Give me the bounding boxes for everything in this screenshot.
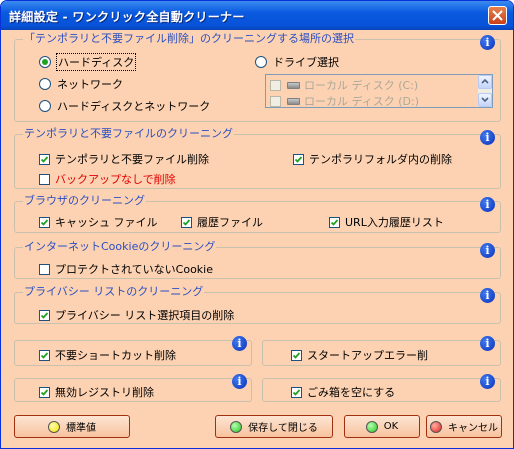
- radio-drive-select[interactable]: ドライブ選択: [255, 54, 339, 70]
- shortcut-label: 不要ショートカット削除: [55, 349, 176, 362]
- shortcut-group: i 不要ショートカット削除: [14, 336, 252, 366]
- ok-button-label: OK: [383, 421, 399, 432]
- drive-label: ローカル ディスク (D:): [304, 95, 419, 108]
- check-icon: [294, 155, 303, 163]
- radio-hdd-label: ハードディスク: [55, 53, 137, 71]
- info-icon[interactable]: i: [480, 288, 495, 303]
- save-close-button-label: 保存して閉じる: [248, 423, 318, 434]
- registry-label: 無効レジストリ削除: [55, 386, 154, 399]
- cancel-button[interactable]: キャンセル: [426, 415, 502, 438]
- drive-item[interactable]: ローカル ディスク (D:): [270, 93, 419, 109]
- green-led-icon: [365, 420, 378, 433]
- privacy-checkbox[interactable]: プライバシー リスト選択項目の削除: [39, 307, 234, 323]
- cookie-label: プロテクトされていないCookie: [55, 263, 214, 276]
- check-icon: [40, 351, 49, 359]
- info-icon[interactable]: i: [480, 374, 495, 389]
- settings-window: 詳細設定 - ワンクリック全自動クリーナー 「テンポラリと不要ファイル削除」のク…: [0, 0, 514, 449]
- check-icon: [292, 351, 301, 359]
- no-backup-checkbox[interactable]: バックアップなしで削除: [39, 171, 176, 187]
- scroll-down-button[interactable]: [478, 93, 492, 107]
- red-led-icon: [430, 420, 442, 433]
- drive-scrollbar[interactable]: [478, 75, 492, 107]
- info-icon[interactable]: i: [480, 35, 495, 50]
- radio-drive-label: ドライブ選択: [273, 56, 339, 69]
- check-icon: [40, 388, 49, 396]
- check-icon: [330, 218, 339, 226]
- radio-network-label: ネットワーク: [57, 78, 123, 91]
- temp-legend: テンポラリと不要ファイルのクリーニング: [23, 127, 234, 141]
- radio-hdd-network[interactable]: ハードディスクとネットワーク: [39, 98, 210, 114]
- scroll-up-icon: [481, 78, 489, 84]
- info-icon[interactable]: i: [232, 336, 247, 351]
- info-icon[interactable]: i: [232, 374, 247, 389]
- cancel-button-label: キャンセル: [448, 423, 498, 434]
- shortcut-checkbox[interactable]: 不要ショートカット削除: [39, 347, 176, 363]
- privacy-legend: プライバシー リストのクリーニング: [23, 285, 205, 299]
- radio-hdd[interactable]: ハードディスク: [39, 53, 137, 71]
- drive-item[interactable]: ローカル ディスク (C:): [270, 77, 418, 93]
- registry-group: i 無効レジストリ削除: [14, 374, 252, 402]
- trash-group: i ごみ箱を空にする: [262, 374, 501, 402]
- ok-button[interactable]: OK: [344, 415, 420, 438]
- privacy-label: プライバシー リスト選択項目の削除: [55, 309, 235, 322]
- privacy-group: プライバシー リストのクリーニング i プライバシー リスト選択項目の削除: [14, 285, 501, 324]
- trash-checkbox[interactable]: ごみ箱を空にする: [291, 384, 395, 400]
- info-icon[interactable]: i: [480, 336, 495, 351]
- temp-delete-checkbox[interactable]: テンポラリと不要ファイル削除: [39, 151, 209, 167]
- temp-group: テンポラリと不要ファイルのクリーニング i テンポラリと不要ファイル削除 テンポ…: [14, 127, 501, 189]
- cookie-group: インターネットCookieのクリーニング i プロテクトされていないCookie: [14, 240, 501, 279]
- registry-checkbox[interactable]: 無効レジストリ削除: [39, 384, 154, 400]
- close-icon: [492, 10, 503, 21]
- close-button[interactable]: [488, 6, 507, 25]
- check-icon: [182, 218, 191, 226]
- radio-network[interactable]: ネットワーク: [39, 76, 123, 92]
- temp-delete-label: テンポラリと不要ファイル削除: [55, 153, 209, 166]
- startup-checkbox[interactable]: スタートアップエラー削: [291, 347, 428, 363]
- info-icon[interactable]: i: [480, 243, 495, 258]
- title-bar[interactable]: 詳細設定 - ワンクリック全自動クリーナー: [1, 1, 513, 30]
- url-history-label: URL入力履歴リスト: [345, 216, 444, 229]
- info-icon[interactable]: i: [480, 197, 495, 212]
- drive-listbox[interactable]: ローカル ディスク (C:) ローカル ディスク (D:): [265, 74, 493, 108]
- location-legend: 「テンポラリと不要ファイル削除」のクリーニングする場所の選択: [23, 32, 355, 46]
- check-icon: [40, 218, 49, 226]
- window-title: 詳細設定 - ワンクリック全自動クリーナー: [9, 10, 245, 24]
- cache-label: キャッシュ ファイル: [55, 216, 158, 229]
- drive-icon: [287, 97, 300, 105]
- history-label: 履歴ファイル: [197, 216, 263, 229]
- yellow-led-icon: [48, 420, 60, 433]
- radio-hdd-network-label: ハードディスクとネットワーク: [57, 100, 211, 113]
- drive-label: ローカル ディスク (C:): [304, 79, 419, 92]
- startup-label: スタートアップエラー削: [307, 349, 428, 362]
- temp-folder-checkbox[interactable]: テンポラリフォルダ内の削除: [293, 151, 452, 167]
- check-icon: [292, 388, 301, 396]
- dialog-content: 「テンポラリと不要ファイル削除」のクリーニングする場所の選択 i ハードディスク…: [1, 30, 513, 448]
- url-history-checkbox[interactable]: URL入力履歴リスト: [329, 214, 444, 230]
- browser-legend: ブラウザのクリーニング: [23, 194, 146, 208]
- check-icon: [40, 311, 49, 319]
- browser-group: ブラウザのクリーニング i キャッシュ ファイル 履歴ファイル URL入力履歴リ…: [14, 194, 501, 233]
- drive-icon: [287, 81, 300, 89]
- cache-checkbox[interactable]: キャッシュ ファイル: [39, 214, 158, 230]
- no-backup-label: バックアップなしで削除: [55, 173, 176, 186]
- scroll-down-icon: [481, 97, 489, 103]
- trash-label: ごみ箱を空にする: [307, 386, 396, 399]
- default-button-label: 標準値: [66, 423, 96, 434]
- save-close-button[interactable]: 保存して閉じる: [215, 415, 333, 438]
- default-button[interactable]: 標準値: [14, 415, 130, 438]
- startup-group: i スタートアップエラー削: [262, 336, 501, 366]
- scroll-up-button[interactable]: [478, 75, 492, 89]
- info-icon[interactable]: i: [480, 130, 495, 145]
- green-led-icon: [230, 420, 243, 433]
- cookie-checkbox[interactable]: プロテクトされていないCookie: [39, 261, 213, 277]
- history-checkbox[interactable]: 履歴ファイル: [181, 214, 263, 230]
- check-icon: [40, 155, 49, 163]
- cookie-legend: インターネットCookieのクリーニング: [23, 240, 217, 254]
- temp-folder-label: テンポラリフォルダ内の削除: [309, 153, 452, 166]
